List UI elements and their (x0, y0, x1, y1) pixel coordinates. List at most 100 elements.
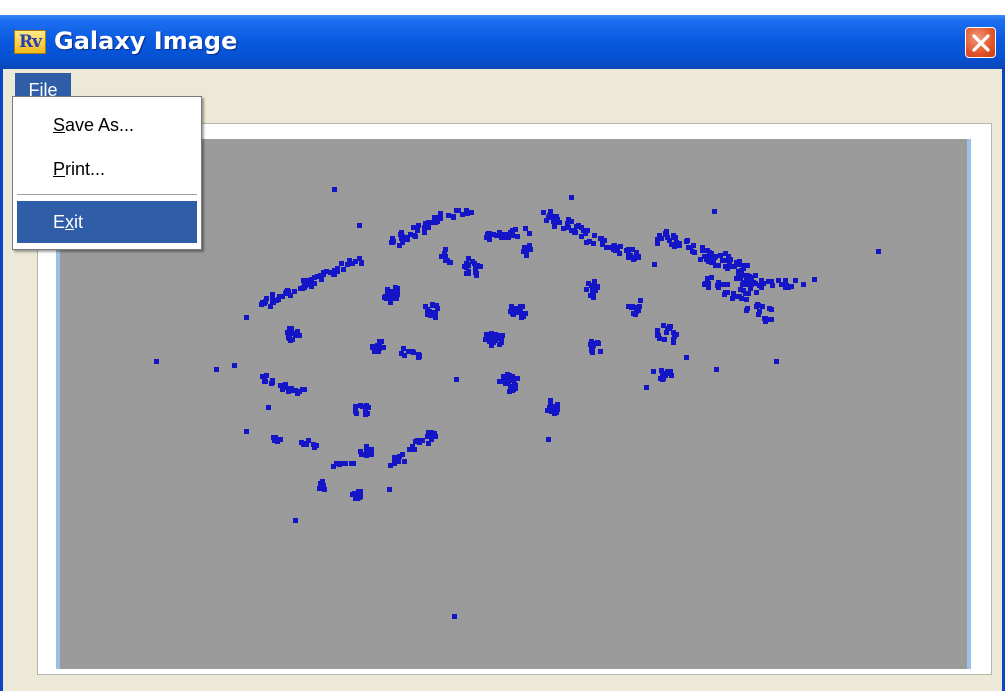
galaxy-point (737, 294, 743, 300)
galaxy-point (812, 277, 817, 282)
galaxy-point (359, 260, 365, 266)
galaxy-point (514, 233, 520, 239)
close-button[interactable] (965, 27, 996, 58)
galaxy-point (684, 355, 689, 360)
galaxy-point (272, 434, 278, 440)
galaxy-point (657, 376, 663, 382)
title-bar[interactable]: Rv Galaxy Image (0, 15, 1005, 69)
galaxy-point (749, 277, 755, 283)
galaxy-point (383, 293, 388, 299)
galaxy-point (743, 281, 749, 287)
galaxy-point (266, 405, 271, 410)
galaxy-point (690, 243, 696, 249)
galaxy-point (599, 241, 605, 247)
print-label: rint... (65, 159, 106, 179)
galaxy-point (368, 452, 374, 458)
galaxy-point (774, 359, 779, 364)
galaxy-point (676, 243, 682, 249)
galaxy-point (599, 235, 605, 241)
galaxy-point (399, 351, 405, 357)
galaxy-point (652, 262, 657, 267)
galaxy-point (287, 325, 293, 331)
galaxy-point (416, 223, 422, 229)
galaxy-point (466, 255, 472, 261)
galaxy-point (655, 241, 661, 247)
galaxy-point (412, 438, 418, 444)
galaxy-point (663, 230, 669, 236)
galaxy-point (569, 195, 574, 200)
galaxy-point (438, 253, 444, 259)
save-as-mnemonic: S (53, 115, 66, 135)
galaxy-point (722, 289, 728, 295)
menu-item-print[interactable]: Print... (13, 149, 201, 189)
exit-label: it (74, 212, 84, 232)
galaxy-point (661, 323, 666, 329)
galaxy-point (584, 240, 590, 246)
galaxy-point (527, 247, 533, 253)
galaxy-point (387, 487, 392, 492)
galaxy-point (522, 245, 528, 251)
galaxy-point (769, 278, 775, 284)
galaxy-point (363, 409, 369, 415)
galaxy-point (274, 297, 280, 303)
galaxy-point (488, 330, 494, 336)
galaxy-point (595, 341, 601, 347)
galaxy-point (455, 207, 461, 213)
galaxy-point (546, 437, 551, 442)
galaxy-point (515, 376, 521, 382)
menu-separator (17, 194, 197, 196)
galaxy-point (784, 283, 790, 289)
galaxy-point (656, 333, 662, 339)
galaxy-point (597, 348, 603, 354)
galaxy-point (388, 462, 394, 468)
galaxy-point (425, 220, 431, 226)
galaxy-point (261, 374, 267, 380)
galaxy-point (500, 333, 506, 339)
galaxy-point (288, 386, 294, 392)
galaxy-point (541, 209, 546, 215)
galaxy-point (705, 284, 711, 290)
galaxy-point (342, 460, 348, 466)
galaxy-point (757, 308, 763, 314)
galaxy-point (736, 269, 742, 275)
galaxy-point (509, 232, 515, 238)
galaxy-point (759, 285, 765, 291)
galaxy-point (474, 270, 480, 276)
menu-item-save-as[interactable]: Save As... (13, 105, 201, 145)
galaxy-point (651, 369, 657, 375)
galaxy-point (666, 371, 672, 377)
galaxy-point (766, 306, 772, 312)
galaxy-point (443, 254, 449, 260)
galaxy-point (589, 347, 595, 353)
galaxy-point (261, 301, 267, 307)
galaxy-point (561, 225, 567, 231)
galaxy-point (320, 486, 326, 492)
galaxy-point (627, 304, 633, 310)
galaxy-point (389, 236, 395, 242)
galaxy-point (428, 430, 434, 436)
galaxy-point (332, 187, 337, 192)
galaxy-point (684, 238, 690, 244)
galaxy-point (295, 391, 301, 397)
galaxy-point (452, 614, 457, 619)
galaxy-point (433, 434, 439, 439)
galaxy-point (727, 257, 733, 263)
galaxy-point (547, 215, 553, 221)
galaxy-point (312, 274, 318, 280)
galaxy-point (670, 339, 676, 345)
file-dropdown-menu: Save As... Print... Exit (12, 96, 202, 250)
save-as-label: ave As... (65, 115, 135, 135)
galaxy-point (512, 227, 518, 233)
galaxy-point (553, 213, 559, 219)
galaxy-point (801, 282, 806, 287)
galaxy-point (548, 208, 554, 214)
galaxy-point (300, 284, 306, 290)
galaxy-point (438, 210, 444, 216)
galaxy-point (232, 363, 237, 368)
galaxy-point (400, 452, 406, 458)
galaxy-point (661, 336, 667, 342)
galaxy-point (495, 332, 501, 338)
galaxy-point (308, 284, 314, 290)
galaxy-point (876, 249, 881, 254)
menu-item-exit[interactable]: Exit (17, 201, 197, 243)
